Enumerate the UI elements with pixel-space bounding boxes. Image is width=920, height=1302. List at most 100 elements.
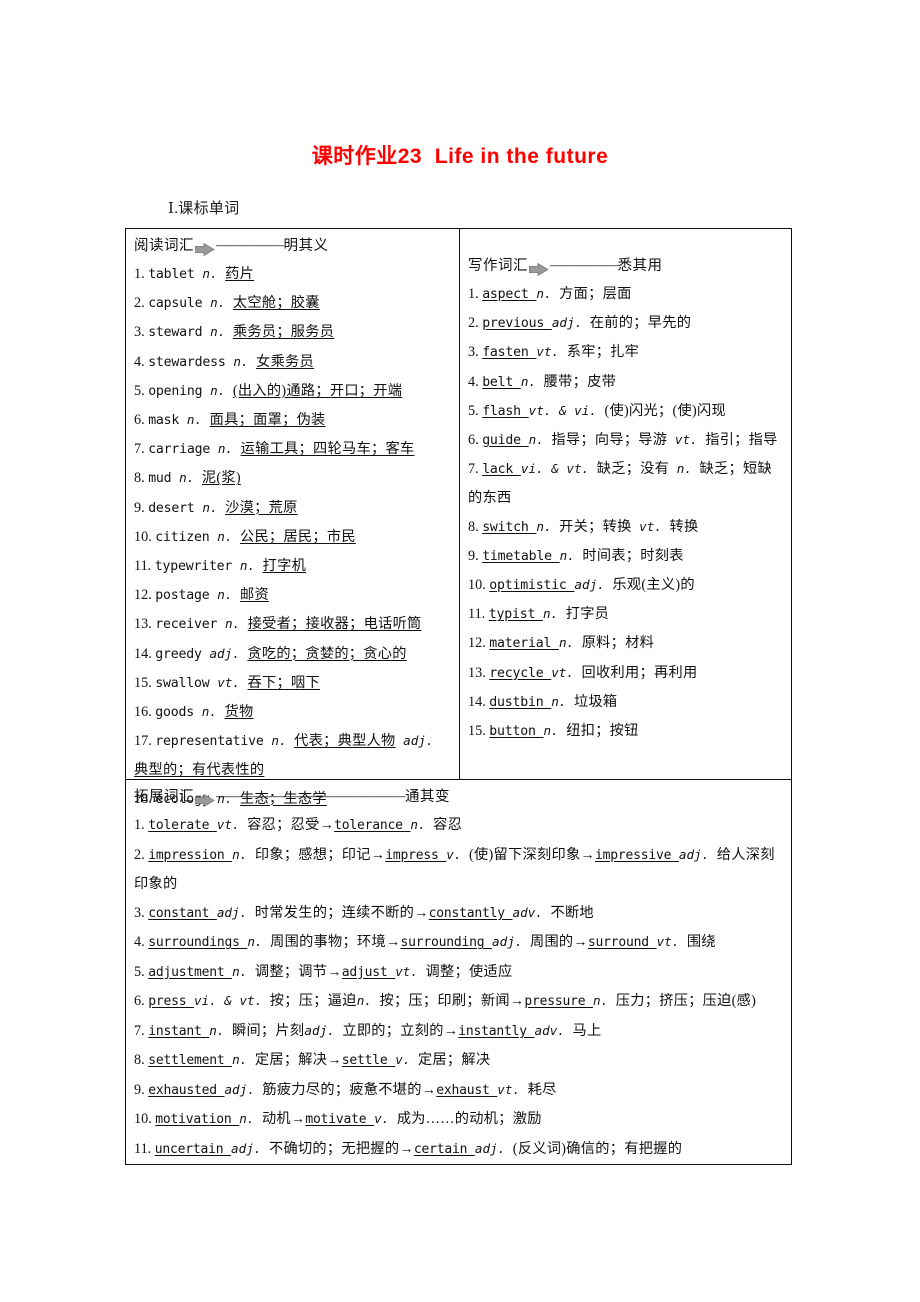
derivation-word: impress	[385, 847, 447, 863]
vocab-entry-meaning: (使)闪光；(使)闪现	[604, 402, 726, 419]
derivation-entry: 4. surroundings n. 周围的事物；环境→surrounding …	[134, 928, 783, 958]
reading-vocab-banner-dashes: —————	[216, 238, 284, 253]
derivation-pos: v.	[374, 1111, 397, 1126]
derivation-arrow: →	[370, 846, 386, 863]
vocab-entry-word: stewardess	[148, 354, 234, 370]
vocab-entry-pos: n.	[536, 286, 560, 301]
derivation-pos: adj.	[224, 1081, 263, 1097]
vocab-entry-pos-2: vt.	[667, 432, 706, 448]
derivation-word: surround	[587, 935, 657, 950]
vocab-entry: 6. mask n. 面具；面罩；伪装	[134, 406, 453, 435]
writing-vocab-banner-suffix: 悉其用	[617, 258, 663, 274]
derivation-meaning: (反义词)确信的；有把握的	[512, 1140, 683, 1157]
derivation-entry: 7. instant n. 瞬间；片刻adj. 立即的；立刻的→instantl…	[134, 1017, 783, 1047]
vocab-entry: 10. optimistic adj. 乐观(主义)的	[468, 571, 785, 600]
arrow-right-icon	[194, 792, 215, 807]
vocab-entry: 8. mud n. 泥(浆)	[134, 464, 453, 493]
vocab-entry-meaning: 沙漠；荒原	[225, 499, 298, 516]
vocab-entry-word: aspect	[482, 287, 537, 302]
derivation-pos: v.	[395, 1052, 418, 1067]
derivation-arrow: →	[327, 963, 342, 980]
derivation-word: impressive	[594, 847, 679, 863]
derivation-pos: adj.	[492, 934, 530, 949]
extended-vocab-list: 1. tolerate vt. 容忍；忍受→tolerance n. 容忍 2. …	[134, 811, 783, 1164]
vocab-entry-meaning: 面具；面罩；伪装	[209, 412, 326, 429]
derivation-word: tolerate	[148, 818, 217, 833]
derivation-word: motivate	[305, 1112, 375, 1127]
derivation-pos: vi. & vt.	[193, 993, 270, 1008]
vocab-entry: 1. tablet n. 药片	[134, 260, 453, 289]
vocab-entry-pos: n.	[528, 432, 552, 448]
extended-vocab-cell: 拓展词汇 —————————————— 通其变 1. tolerate vt. …	[126, 780, 791, 1164]
derivation-entry: 9. exhausted adj. 筋疲力尽的；疲惫不堪的→exhaust vt…	[134, 1076, 783, 1106]
vocab-entry-number: 10.	[468, 577, 490, 594]
vocab-entry-pos: n.	[201, 704, 225, 720]
reading-vocab-cell: 阅读词汇 ————— 明其义 1. tablet n. 药片 2. capsule…	[126, 229, 460, 807]
vocab-entry-pos: n.	[186, 412, 210, 428]
derivation-meaning: 周围的事物；环境	[270, 934, 386, 950]
derivation-meaning: 马上	[572, 1022, 602, 1039]
section-heading-part-1: Ⅰ.课标单词	[168, 201, 240, 217]
vocab-entry-pos: vt. & vi.	[528, 402, 605, 418]
vocab-entry-number: 11.	[468, 606, 489, 623]
derivation-entry-number: 5.	[134, 963, 149, 980]
vocab-entry-pos: n.	[271, 733, 295, 749]
derivation-entry: 1. tolerate vt. 容忍；忍受→tolerance n. 容忍	[134, 811, 783, 841]
derivation-entry-number: 9.	[134, 1081, 149, 1098]
derivation-pos: v.	[446, 846, 470, 862]
vocab-entry-pos: n.	[217, 587, 240, 603]
derivation-pos: n.	[247, 934, 271, 949]
vocab-entry-meaning: 运输工具；四轮马车；客车	[240, 441, 415, 458]
derivation-meaning: 容忍	[433, 817, 463, 833]
vocab-entry-pos: n.	[202, 266, 226, 281]
vocab-entry-word: lack	[482, 462, 521, 478]
vocab-entry-meaning: 货物	[224, 704, 254, 721]
derivation-entry-number: 2.	[134, 846, 149, 863]
derivation-arrow: →	[290, 1111, 306, 1127]
derivation-pos: adj.	[678, 846, 717, 862]
vocab-entry-number: 1.	[468, 286, 483, 302]
vocab-entry-meaning: 时间表；时刻表	[582, 547, 684, 564]
vocab-entry-word: fasten	[482, 345, 537, 361]
derivation-word: constant	[148, 905, 217, 921]
derivation-entry-number: 11.	[134, 1140, 155, 1157]
derivation-arrow: →	[319, 817, 335, 833]
derivation-pos: adj.	[304, 1022, 343, 1038]
vocab-entry: 6. guide n. 指导；向导；导游 vt. 指引；指导	[468, 426, 785, 455]
vocab-entry-pos: adj.	[209, 645, 248, 661]
vocab-entry-word: dustbin	[489, 694, 552, 710]
vocab-entry-pos-2: adj.	[395, 733, 434, 749]
derivation-meaning: 筋疲力尽的；疲惫不堪的	[262, 1081, 422, 1098]
vocab-entry-pos: n.	[210, 295, 233, 311]
derivation-word: exhaust	[436, 1082, 498, 1098]
vocab-entry-pos: vt.	[551, 664, 582, 680]
vocab-entry-word: recycle	[489, 665, 552, 681]
vocab-entry-word: greedy	[155, 646, 210, 662]
vocab-entry-number: 13.	[468, 664, 490, 681]
derivation-word: press	[148, 994, 194, 1009]
derivation-word: surrounding	[400, 935, 493, 950]
vocab-entry: 7. carriage n. 运输工具；四轮马车；客车	[134, 435, 453, 464]
derivation-word: surroundings	[148, 935, 248, 950]
vocab-entry-meaning: 乘务员；服务员	[232, 324, 335, 341]
derivation-word: adjustment	[148, 964, 233, 980]
vocab-entry-number: 2.	[134, 295, 149, 312]
derivation-arrow: →	[414, 904, 429, 921]
vocab-entry-meaning: 回收利用；再利用	[581, 664, 698, 681]
vocab-entry-meaning: 贪吃的；贪婪的；贪心的	[247, 645, 407, 662]
derivation-meaning: 调整；使适应	[425, 963, 513, 980]
vocab-entry-meaning: 指导；向导；导游	[551, 432, 668, 449]
vocab-entry-meaning: 原料；材料	[581, 635, 655, 652]
vocab-entry-word: mud	[148, 471, 180, 487]
vocab-entry-meaning: 公民；居民；市民	[239, 528, 356, 545]
vocab-entry: 17. representative n. 代表；典型人物 adj. 典型的；有…	[134, 727, 453, 784]
vocab-entry-number: 15.	[134, 674, 156, 691]
arrow-right-icon	[194, 241, 215, 256]
derivation-entry: 8. settlement n. 定居；解决→settle v. 定居；解决	[134, 1046, 783, 1076]
vocab-entry-word: button	[489, 724, 544, 740]
vocab-entry-meaning: 接受者；接收器；电话听筒	[247, 616, 422, 633]
derivation-pos: n.	[356, 993, 380, 1008]
derivation-entry: 11. uncertain adj. 不确切的；无把握的→certain adj…	[134, 1135, 783, 1165]
vocab-entry-word: flash	[482, 403, 529, 419]
vocab-entry-pos: n.	[233, 353, 257, 369]
